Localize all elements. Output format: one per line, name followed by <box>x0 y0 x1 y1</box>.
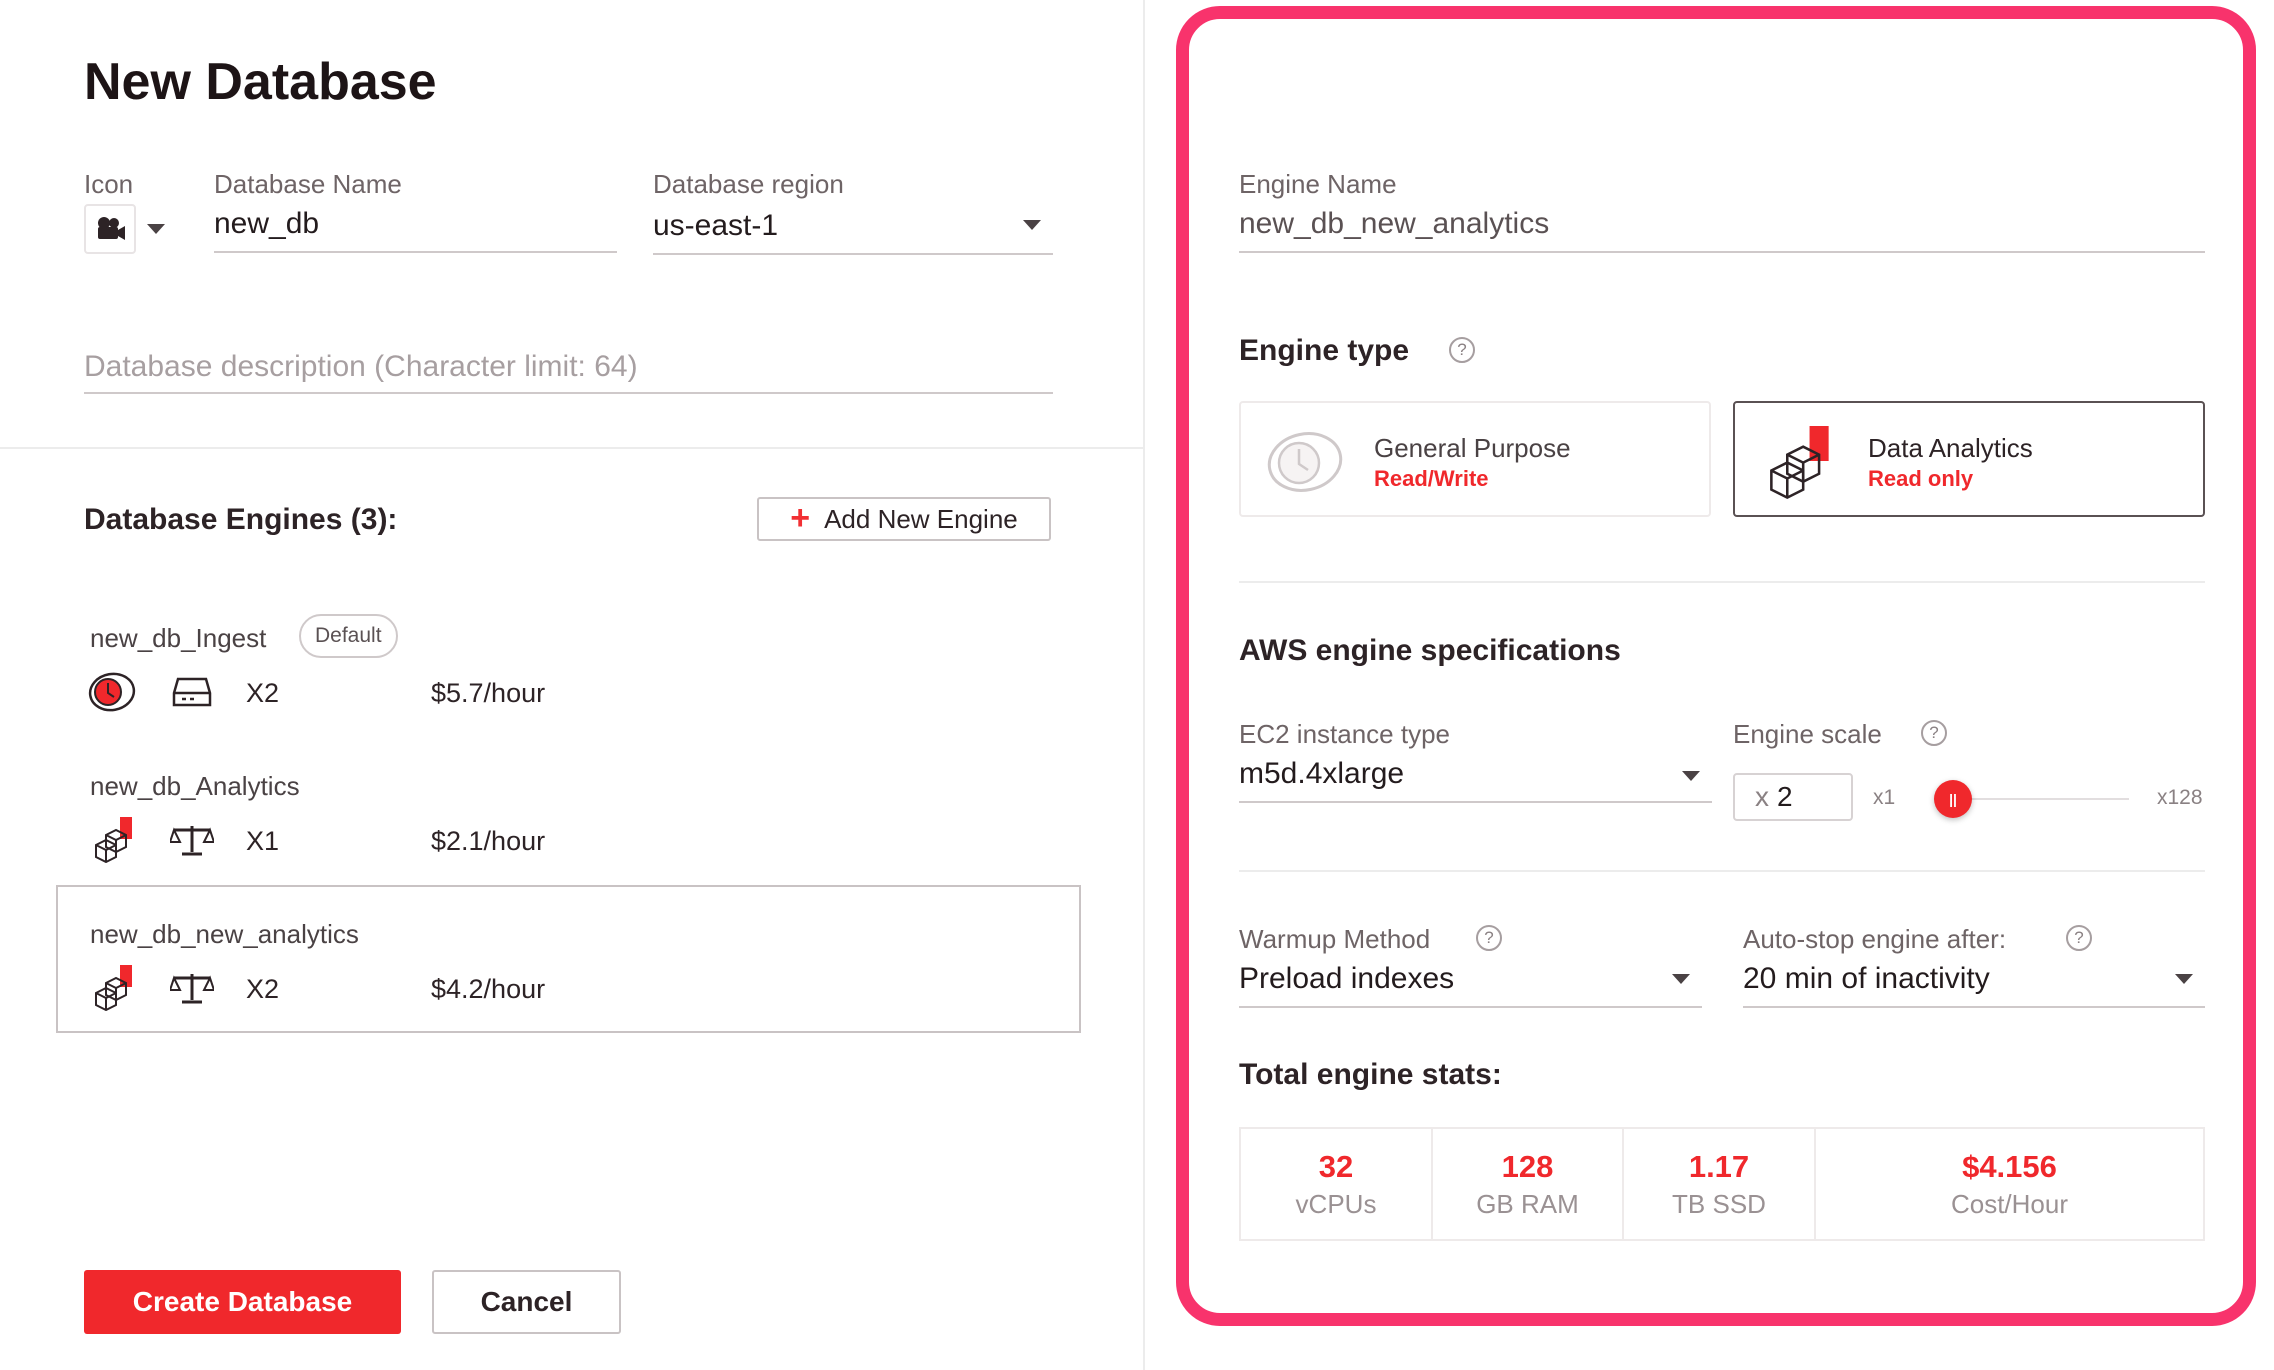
stat-unit: TB SSD <box>1672 1188 1766 1219</box>
aws-specs-title: AWS engine specifications <box>1239 634 1621 667</box>
engine-name[interactable]: new_db_new_analytics <box>90 919 359 950</box>
stat-unit: vCPUs <box>1295 1188 1377 1219</box>
help-icon[interactable]: ? <box>1449 337 1475 363</box>
scale-prefix: x <box>1755 781 1769 812</box>
default-badge: Default <box>299 614 398 658</box>
add-new-engine-label: Add New Engine <box>824 503 1018 534</box>
slider-min-label: x1 <box>1873 786 1896 809</box>
stat-vcpus: 32 vCPUs <box>1241 1129 1433 1239</box>
data-analytics-title: Data Analytics <box>1868 433 2033 463</box>
auto-stop-select[interactable]: 20 min of inactivity <box>1743 962 2205 1008</box>
general-purpose-card[interactable]: General Purpose Read/Write <box>1239 401 1711 517</box>
data-analytics-icon <box>1770 426 1829 500</box>
slider-max-label: x128 <box>2157 786 2203 809</box>
stat-number: 32 <box>1318 1148 1354 1184</box>
new-database-panel: New Database Icon Database Name new_db D… <box>0 0 1145 1370</box>
ec2-instance-select[interactable]: m5d.4xlarge <box>1239 757 1712 803</box>
database-engines-title: Database Engines (3): <box>84 503 398 536</box>
icon-picker[interactable] <box>84 204 136 254</box>
stat-number: $4.156 <box>1962 1148 2057 1184</box>
engine-name[interactable]: new_db_Ingest <box>90 623 266 654</box>
general-purpose-icon <box>1267 432 1343 492</box>
engine-type-title: Engine type <box>1239 334 1410 367</box>
database-name-input[interactable]: new_db <box>214 207 617 253</box>
auto-stop-label: Auto-stop engine after: <box>1743 924 2007 954</box>
chevron-down-icon <box>2175 974 2193 984</box>
total-engine-stats-title: Total engine stats: <box>1239 1058 1502 1091</box>
stat-cost: $4.156 Cost/Hour <box>1816 1129 2203 1239</box>
engine-cost: $4.2/hour <box>431 974 546 1004</box>
engine-scale: X2 <box>246 974 280 1004</box>
general-purpose-title: General Purpose <box>1374 433 1571 463</box>
database-name-label: Database Name <box>214 169 402 199</box>
region-chevron-down-icon <box>1023 220 1041 230</box>
section-divider <box>1239 581 2205 583</box>
database-description-input[interactable]: Database description (Character limit: 6… <box>84 350 1053 394</box>
help-icon[interactable]: ? <box>1476 925 1502 951</box>
database-region-label: Database region <box>653 169 844 199</box>
plus-icon: + <box>790 498 811 537</box>
help-icon[interactable]: ? <box>2066 925 2092 951</box>
cancel-button[interactable]: Cancel <box>432 1270 621 1334</box>
engine-name-label: Engine Name <box>1239 169 1397 199</box>
help-icon[interactable]: ? <box>1921 720 1947 746</box>
chevron-down-icon <box>1672 974 1690 984</box>
stat-number: 1.17 <box>1688 1148 1750 1184</box>
stat-unit: GB RAM <box>1476 1188 1579 1219</box>
balance-icon <box>168 970 216 1011</box>
data-analytics-subtitle: Read only <box>1868 466 1974 491</box>
section-divider <box>0 447 1145 449</box>
engine-scale-slider-thumb[interactable]: || <box>1934 780 1972 818</box>
engine-scale: X1 <box>246 826 280 856</box>
engine-cost: $2.1/hour <box>431 826 546 856</box>
scale-value: 2 <box>1777 781 1793 812</box>
balance-icon <box>168 822 216 863</box>
stat-ram: 128 GB RAM <box>1433 1129 1624 1239</box>
page-title: New Database <box>84 53 437 111</box>
engine-scale: X2 <box>246 678 280 708</box>
icon-label: Icon <box>84 169 134 199</box>
engine-name-input[interactable]: new_db_new_analytics <box>1239 207 2205 253</box>
general-purpose-subtitle: Read/Write <box>1374 466 1489 491</box>
stat-unit: Cost/Hour <box>1950 1188 2069 1219</box>
data-analytics-icon <box>92 963 136 1016</box>
add-new-engine-button[interactable]: + Add New Engine <box>757 497 1051 541</box>
camera-icon <box>98 217 125 240</box>
data-analytics-icon <box>92 815 136 868</box>
warmup-method-label: Warmup Method <box>1239 924 1431 954</box>
stat-ssd: 1.17 TB SSD <box>1624 1129 1816 1239</box>
engine-stats-table: 32 vCPUs 128 GB RAM 1.17 TB SSD $4.156 C… <box>1239 1127 2205 1241</box>
general-purpose-icon <box>88 669 140 720</box>
warmup-method-select[interactable]: Preload indexes <box>1239 962 1702 1008</box>
chevron-down-icon <box>1682 771 1700 781</box>
database-region-select[interactable]: us-east-1 <box>653 209 1053 255</box>
data-analytics-card[interactable]: Data Analytics Read only <box>1733 401 2205 517</box>
engine-name[interactable]: new_db_Analytics <box>90 771 300 802</box>
create-database-button[interactable]: Create Database <box>84 1270 401 1334</box>
engine-scale-label: Engine scale <box>1733 719 1882 749</box>
section-divider <box>1239 870 2205 872</box>
ec2-instance-label: EC2 instance type <box>1239 719 1451 749</box>
engine-cost: $5.7/hour <box>431 678 546 708</box>
storage-icon <box>172 675 212 714</box>
icon-dropdown-caret[interactable] <box>147 224 165 234</box>
stat-number: 128 <box>1501 1148 1554 1184</box>
engine-scale-input[interactable]: x 2 <box>1733 773 1853 821</box>
